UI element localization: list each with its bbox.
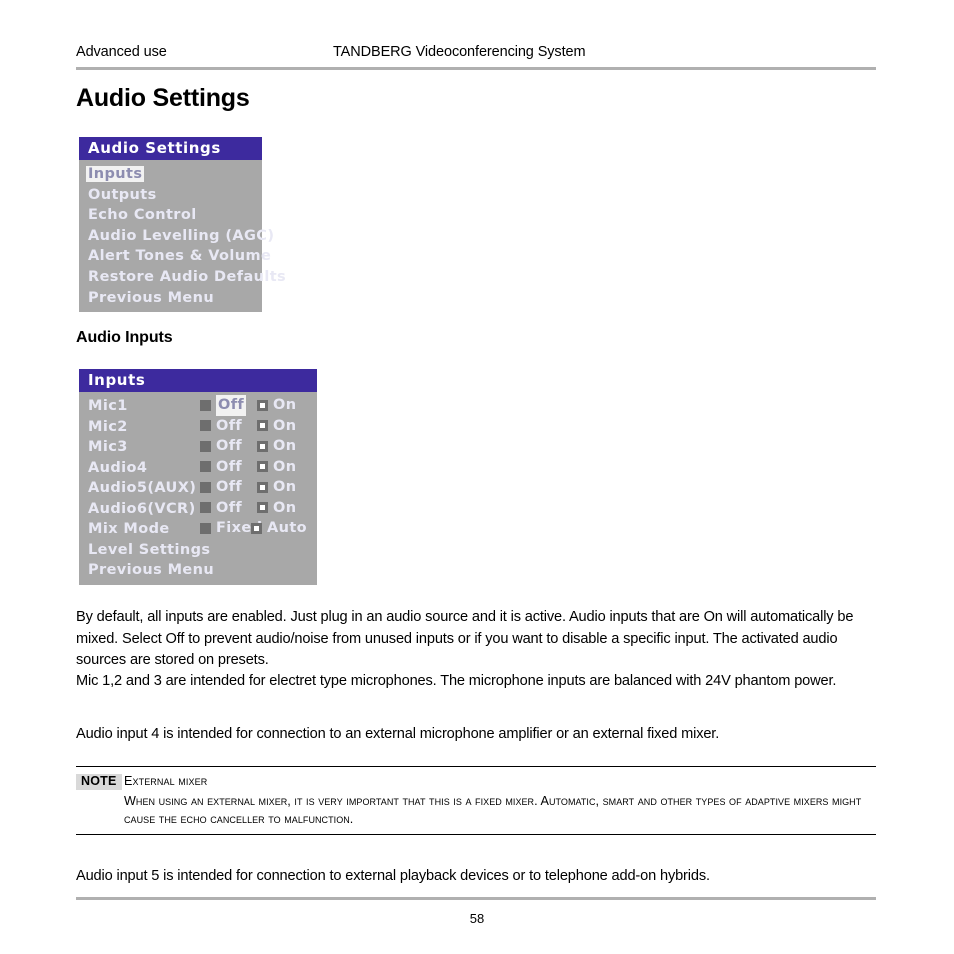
radio-marker-off-icon <box>200 461 211 473</box>
input-row-label: Mic3 <box>88 439 128 455</box>
radio-marker-on-selected-icon <box>257 502 268 514</box>
osd-menu-title: Audio Settings <box>79 137 262 160</box>
radio-marker-on-selected-icon <box>257 461 268 473</box>
radio-marker-on-selected-icon <box>257 481 268 493</box>
radio-option-label: Off <box>216 395 247 416</box>
radio-option-label: On <box>273 438 297 454</box>
menu-item-label: Inputs <box>86 166 145 182</box>
osd-menu-audio-settings: Audio Settings Inputs Outputs Echo Contr… <box>79 137 286 313</box>
radio-option-on[interactable]: On <box>257 416 296 437</box>
radio-marker-on-selected-icon <box>257 440 268 452</box>
input-row-audio5-aux[interactable]: Audio5(AUX) Off On <box>79 477 317 498</box>
radio-option-label: On <box>273 458 297 475</box>
radio-marker-off-icon <box>200 440 211 452</box>
footer-divider <box>76 897 876 900</box>
menu-item-restore-audio-defaults[interactable]: Restore Audio Defaults <box>79 266 286 287</box>
radio-option-label: On <box>273 479 297 495</box>
menu-item-previous-menu[interactable]: Previous Menu <box>79 287 262 308</box>
document-page: Advanced use TANDBERG Videoconferencing … <box>0 0 954 954</box>
osd-menu-body: Inputs Outputs Echo Control Audio Levell… <box>79 160 286 312</box>
input-row-label: Audio4 <box>88 459 148 476</box>
input-row-label: Mic2 <box>88 418 128 435</box>
menu-item-label: Level Settings <box>88 541 211 558</box>
radio-option-label: Off <box>216 438 243 454</box>
menu-item-inputs[interactable]: Inputs <box>79 163 262 184</box>
radio-option-off[interactable]: Off <box>200 436 242 457</box>
radio-option-on[interactable]: On <box>257 498 296 519</box>
input-row-label: Audio5(AUX) <box>88 480 197 496</box>
note-body: When using an external mixer, it is very… <box>124 794 862 826</box>
radio-option-label: Off <box>216 499 243 516</box>
radio-option-on[interactable]: On <box>257 477 296 498</box>
input-row-mic3[interactable]: Mic3 Off On <box>79 436 317 457</box>
radio-marker-off-icon <box>200 481 211 493</box>
page-number: 58 <box>469 911 485 926</box>
note-divider-bottom <box>76 834 876 835</box>
radio-marker-off-icon <box>200 420 211 432</box>
radio-option-off[interactable]: Off <box>200 477 242 498</box>
osd-menu-title: Inputs <box>79 369 317 392</box>
paragraph-mics: Mic 1,2 and 3 are intended for electret … <box>76 673 837 689</box>
menu-item-label: Echo Control <box>88 207 197 224</box>
radio-option-off[interactable]: Off <box>200 416 242 437</box>
radio-marker-on-selected-icon <box>257 399 268 411</box>
paragraph-audio-input-4: Audio input 4 is intended for connection… <box>76 726 720 742</box>
note-heading: External mixer <box>124 774 208 788</box>
header-left-text: Advanced use <box>76 44 167 60</box>
radio-option-on[interactable]: On <box>257 395 296 416</box>
radio-option-off[interactable]: Off <box>200 457 242 478</box>
radio-marker-on-selected-icon <box>257 420 268 432</box>
menu-item-label: Restore Audio Defaults <box>88 268 287 285</box>
note-divider-top <box>76 766 876 767</box>
header-divider <box>76 67 876 70</box>
menu-item-level-settings[interactable]: Level Settings <box>79 539 317 560</box>
menu-item-outputs[interactable]: Outputs <box>79 184 262 205</box>
radio-option-label: Off <box>216 458 243 475</box>
radio-option-off[interactable]: Off <box>200 395 247 416</box>
input-row-label: Audio6(VCR) <box>88 500 196 517</box>
radio-option-auto[interactable]: Auto <box>251 518 307 539</box>
radio-marker-on-selected-icon <box>251 522 262 534</box>
radio-option-label: Off <box>216 479 243 495</box>
osd-menu-body: Mic1 Off On Mic2 Off On Mic3 Off On Audi… <box>79 392 317 585</box>
running-header: Advanced use TANDBERG Videoconferencing … <box>76 44 876 64</box>
osd-menu-inputs: Inputs Mic1 Off On Mic2 Off On Mic3 Off … <box>79 369 317 585</box>
menu-item-label: Outputs <box>88 186 157 203</box>
input-row-label: Mix Mode <box>88 521 170 537</box>
input-row-audio6-vcr[interactable]: Audio6(VCR) Off On <box>79 498 317 519</box>
menu-item-label: Previous Menu <box>88 289 215 306</box>
menu-item-audio-levelling[interactable]: Audio Levelling (AGC) <box>79 225 274 246</box>
radio-option-label: Auto <box>267 520 308 536</box>
radio-marker-off-icon <box>200 399 211 411</box>
input-row-label: Mic1 <box>88 398 128 414</box>
menu-item-label: Previous Menu <box>88 562 215 578</box>
radio-option-on[interactable]: On <box>257 436 296 457</box>
menu-item-label: Alert Tones & Volume <box>88 248 272 265</box>
section-subtitle: Audio Inputs <box>76 329 173 346</box>
menu-item-echo-control[interactable]: Echo Control <box>79 204 262 225</box>
radio-marker-off-icon <box>200 502 211 514</box>
input-row-mix-mode[interactable]: Mix Mode Fixed Auto <box>79 518 317 539</box>
input-row-mic1[interactable]: Mic1 Off On <box>79 395 317 416</box>
radio-option-on[interactable]: On <box>257 457 296 478</box>
radio-marker-off-icon <box>200 522 211 534</box>
menu-item-label: Audio Levelling (AGC) <box>88 227 275 244</box>
page-title: Audio Settings <box>76 84 250 112</box>
note-badge: NOTE <box>76 774 122 790</box>
input-row-audio4[interactable]: Audio4 Off On <box>79 457 317 478</box>
menu-item-alert-tones-volume[interactable]: Alert Tones & Volume <box>79 245 271 266</box>
radio-option-off[interactable]: Off <box>200 498 242 519</box>
paragraph-defaults: By default, all inputs are enabled. Just… <box>76 609 854 668</box>
paragraph-audio-input-5: Audio input 5 is intended for connection… <box>76 868 710 884</box>
input-row-mic2[interactable]: Mic2 Off On <box>79 416 317 437</box>
menu-item-previous-menu[interactable]: Previous Menu <box>79 559 317 580</box>
radio-option-label: On <box>273 417 297 434</box>
radio-option-label: On <box>273 499 297 516</box>
radio-option-label: On <box>273 397 297 413</box>
header-center-text: TANDBERG Videoconferencing System <box>333 44 586 60</box>
radio-option-label: Off <box>216 417 243 434</box>
